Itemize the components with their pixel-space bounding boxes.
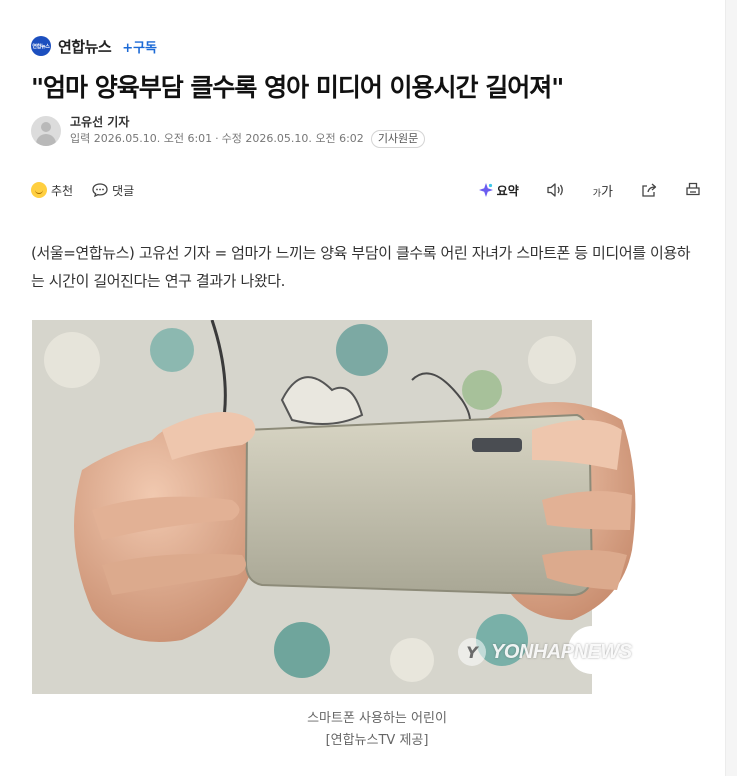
date-separator: · xyxy=(215,132,219,145)
article-headline: "엄마 양육부담 클수록 영아 미디어 이용시간 길어져" xyxy=(31,73,564,102)
audio-icon xyxy=(546,182,566,198)
article-dates: 입력 2026.05.10. 오전 6:01 · 수정 2026.05.10. … xyxy=(70,130,426,148)
comment-label: 댓글 xyxy=(112,183,135,198)
article-body: (서울=연합뉴스) 고유선 기자 = 엄마가 느끼는 양육 부담이 클수록 어린… xyxy=(31,244,691,290)
reporter-avatar[interactable] xyxy=(31,116,61,146)
photo-caption: 스마트폰 사용하는 어린이 [연합뉴스TV 제공] xyxy=(32,708,722,752)
photo-watermark: Y YONHAPNEWS xyxy=(458,638,632,666)
modified-date: 수정 2026.05.10. 오전 6:02 xyxy=(221,132,364,145)
article-toolbar: 추천 댓글 요약 가가 xyxy=(31,178,701,202)
smile-emoji-icon xyxy=(31,182,47,198)
byline: 고유선 기자 입력 2026.05.10. 오전 6:01 · 수정 2026.… xyxy=(31,114,426,148)
press-logo[interactable]: 연합뉴스 xyxy=(31,36,51,56)
press-name[interactable]: 연합뉴스 xyxy=(58,36,112,57)
yonhap-logo-icon: Y xyxy=(458,638,486,666)
recommend-label: 추천 xyxy=(51,183,74,198)
published-date: 입력 2026.05.10. 오전 6:01 xyxy=(70,132,213,145)
watermark-text: YONHAPNEWS xyxy=(491,640,632,663)
original-article-button[interactable]: 기사원문 xyxy=(370,130,426,148)
caption-line-1: 스마트폰 사용하는 어린이 xyxy=(307,711,447,726)
font-size-icon: 가가 xyxy=(592,184,613,200)
reporter-name[interactable]: 고유선 기자 xyxy=(70,114,425,130)
summary-label: 요약 xyxy=(496,183,519,198)
ai-summary-icon xyxy=(478,182,494,198)
subscribe-button[interactable]: +구독 xyxy=(122,37,157,56)
audio-button[interactable] xyxy=(546,182,566,198)
scrollbar[interactable] xyxy=(725,0,737,776)
press-header: 연합뉴스 연합뉴스 +구독 xyxy=(31,35,157,57)
comment-button[interactable]: 댓글 xyxy=(91,182,134,199)
recommend-button[interactable]: 추천 xyxy=(31,182,73,199)
comment-icon xyxy=(91,182,109,198)
print-icon xyxy=(685,182,701,198)
summary-button[interactable]: 요약 xyxy=(478,182,519,199)
share-icon xyxy=(640,182,658,198)
font-size-button[interactable]: 가가 xyxy=(593,181,613,200)
caption-line-2: [연합뉴스TV 제공] xyxy=(325,733,429,748)
print-button[interactable] xyxy=(685,182,701,198)
share-button[interactable] xyxy=(640,182,658,198)
